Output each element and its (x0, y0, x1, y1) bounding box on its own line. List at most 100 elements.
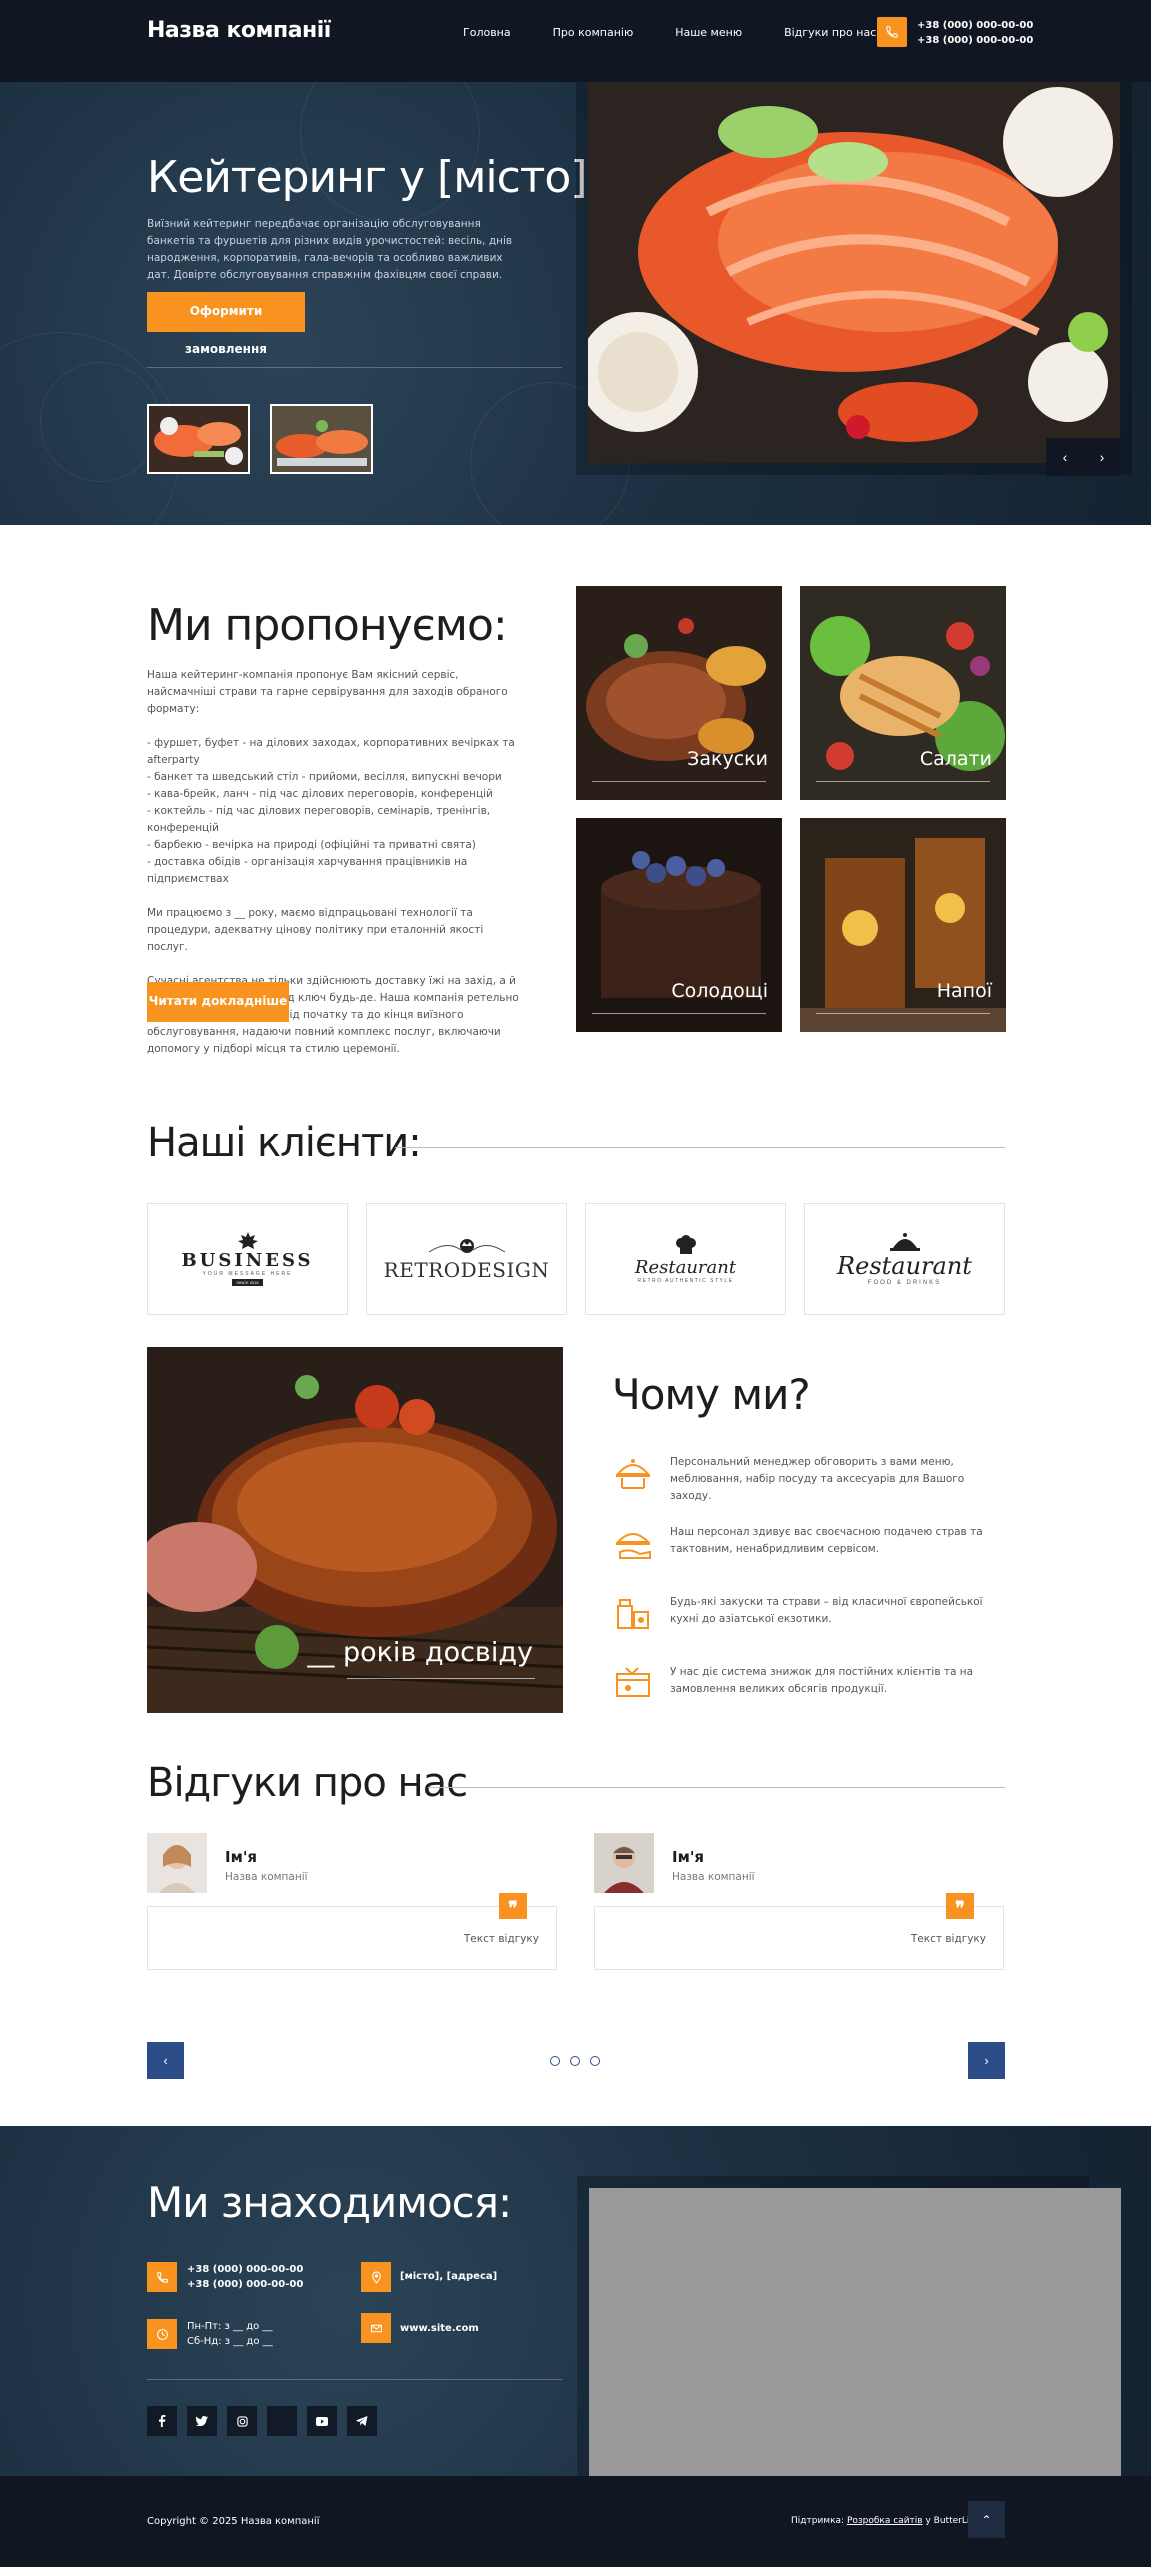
contacts-title: Ми знаходимося: (147, 2178, 512, 2227)
carousel-dot[interactable] (550, 2056, 560, 2066)
why-item: Персональний менеджер обговорить з вами … (612, 1452, 1002, 1505)
review-text: Текст відгуку (463, 1933, 539, 1945)
reviews-next-button[interactable]: › (968, 2042, 1005, 2079)
read-more-button[interactable]: Читати докладніше (147, 982, 289, 1022)
waiter-hand-icon (615, 1533, 651, 1559)
client-name: Restaurant (837, 1252, 972, 1280)
divider (816, 1013, 990, 1014)
hero-photo (588, 82, 1120, 463)
client-tag: SINCE 2016 (232, 1279, 263, 1286)
card-label: Салати (919, 748, 992, 770)
hero-section: Кейтеринг у [місто] Виїзний кейтеринг пе… (0, 82, 1151, 525)
contact-hours-weekdays: Пн-Пт: з __ до __ (187, 2321, 273, 2332)
facebook-icon[interactable] (147, 2406, 177, 2436)
why-item: Наш персонал здивує вас своєчасною подач… (612, 1522, 1002, 1564)
contact-phone-2[interactable]: +38 (000) 000-00-00 (187, 2277, 303, 2292)
discount-box-icon (616, 1667, 650, 1697)
hero-description: Виїзний кейтеринг передбачає організацію… (147, 218, 513, 281)
developer-link[interactable]: Розробка сайтів (847, 2516, 923, 2526)
card-label: Солодощі (671, 980, 768, 1002)
decor-doodle (40, 362, 160, 482)
card-label: Напої (936, 980, 992, 1002)
order-button[interactable]: Оформити замовлення (147, 292, 305, 356)
developer-prefix: Підтримка: (791, 2516, 847, 2526)
divider (347, 1678, 535, 1679)
serving-tray-icon (615, 1459, 651, 1489)
contact-hours: Пн-Пт: з __ до __ Сб-Нд: з __ до __ (187, 2319, 273, 2349)
client-name: RETRODESIGN (383, 1258, 550, 1282)
twitter-icon[interactable] (187, 2406, 217, 2436)
review-card: Ім'я Назва компанії ❞ Текст відгуку (147, 1833, 557, 1970)
divider (395, 1147, 1005, 1148)
site-logo[interactable]: Назва компанії (147, 18, 331, 43)
offer-section: Ми пропонуємо: Наша кейтеринг-компанія п… (0, 525, 1151, 1080)
experience-years: __ років досвіду (307, 1637, 533, 1668)
clients-title: Наші клієнти: (147, 1120, 422, 1166)
card-appetizers[interactable]: Закуски (576, 586, 782, 800)
avatar (147, 1833, 207, 1893)
scroll-to-top-button[interactable]: ⌃ (968, 2501, 1005, 2538)
maple-leaf-icon (237, 1232, 258, 1249)
nav-menu[interactable]: Наше меню (675, 26, 742, 39)
offer-list: - фуршет, буфет - на ділових заходах, ко… (147, 735, 527, 888)
nav-reviews[interactable]: Відгуки про нас (784, 26, 876, 39)
contact-phones: +38 (000) 000-00-00 +38 (000) 000-00-00 (187, 2262, 303, 2292)
contact-phone-1[interactable]: +38 (000) 000-00-00 (187, 2262, 303, 2277)
contact-site[interactable]: www.site.com (400, 2321, 479, 2336)
site-footer: Copyright © 2025 Назва компанії Підтримк… (0, 2476, 1151, 2567)
why-photo: __ років досвіду (147, 1347, 563, 1713)
telegram-icon[interactable] (347, 2406, 377, 2436)
chef-hat-icon (675, 1234, 696, 1254)
main-nav: Головна Про компанію Наше меню Відгуки п… (463, 26, 918, 39)
clients-section: Наші клієнти: BUSINESS YOUR MESSAGE HERE… (0, 1080, 1151, 1330)
card-sweets[interactable]: Солодощі (576, 818, 782, 1032)
phone-icon[interactable] (877, 17, 907, 47)
client-logo-restaurant-retro[interactable]: Restaurant RETRO AUTHENTIC STYLE (585, 1203, 786, 1315)
reviewer-name: Ім'я (225, 1848, 258, 1866)
instagram-icon[interactable] (227, 2406, 257, 2436)
client-logo-business[interactable]: BUSINESS YOUR MESSAGE HERE SINCE 2016 (147, 1203, 348, 1315)
review-text: Текст відгуку (910, 1933, 986, 1945)
location-icon (361, 2262, 391, 2292)
reviews-prev-button[interactable]: ‹ (147, 2042, 184, 2079)
crown-ornament-icon (428, 1239, 505, 1253)
hero-thumb-1[interactable] (147, 404, 250, 474)
review-card: Ім'я Назва компанії ❞ Текст відгуку (594, 1833, 1004, 1970)
offer-list-item: - банкет та шведський стіл - прийоми, ве… (147, 771, 502, 783)
card-drinks[interactable]: Напої (800, 818, 1006, 1032)
client-logo-retrodesign[interactable]: RETRODESIGN (366, 1203, 567, 1315)
hero-thumb-2[interactable] (270, 404, 373, 474)
nav-about[interactable]: Про компанію (553, 26, 634, 39)
client-logo-restaurant-food[interactable]: Restaurant FOOD & DRINKS (804, 1203, 1005, 1315)
cloche-icon (889, 1233, 920, 1251)
youtube-icon[interactable] (307, 2406, 337, 2436)
card-salads[interactable]: Салати (800, 586, 1006, 800)
reviewer-company: Назва компанії (672, 1871, 755, 1883)
nav-home[interactable]: Головна (463, 26, 511, 39)
vk-icon[interactable] (267, 2406, 297, 2436)
carousel-dot[interactable] (590, 2056, 600, 2066)
client-name: BUSINESS (181, 1250, 314, 1271)
location-map[interactable] (589, 2188, 1121, 2476)
reviewer-company: Назва компанії (225, 1871, 308, 1883)
mail-icon (361, 2313, 391, 2343)
developer-credit: Підтримка: Розробка сайтів у ButterLife (791, 2516, 978, 2526)
offer-list-item: - барбекю - вечірка на природі (офіційні… (147, 839, 476, 851)
hero-prev-button[interactable]: ‹ (1046, 438, 1084, 476)
why-item-text: Будь-які закуски та страви – від класичн… (670, 1596, 983, 1625)
header-phone-1[interactable]: +38 (000) 000-00-00 (917, 18, 1033, 33)
contact-address: [місто], [адреса] (400, 2271, 498, 2282)
hero-title: Кейтеринг у [місто] (147, 152, 588, 203)
header-phone-2[interactable]: +38 (000) 000-00-00 (917, 33, 1033, 48)
hero-next-button[interactable]: › (1083, 438, 1121, 476)
divider (592, 781, 766, 782)
phone-icon (147, 2262, 177, 2292)
reviews-title: Відгуки про нас (147, 1760, 468, 1806)
carousel-dot[interactable] (570, 2056, 580, 2066)
divider (147, 367, 562, 368)
divider (428, 1787, 1005, 1788)
offer-intro: Наша кейтеринг-компанія пропонує Вам які… (147, 669, 508, 715)
client-sub: RETRO AUTHENTIC STYLE (637, 1277, 734, 1284)
header-phones: +38 (000) 000-00-00 +38 (000) 000-00-00 (917, 18, 1033, 48)
site-header: Назва компанії Головна Про компанію Наше… (0, 0, 1151, 82)
